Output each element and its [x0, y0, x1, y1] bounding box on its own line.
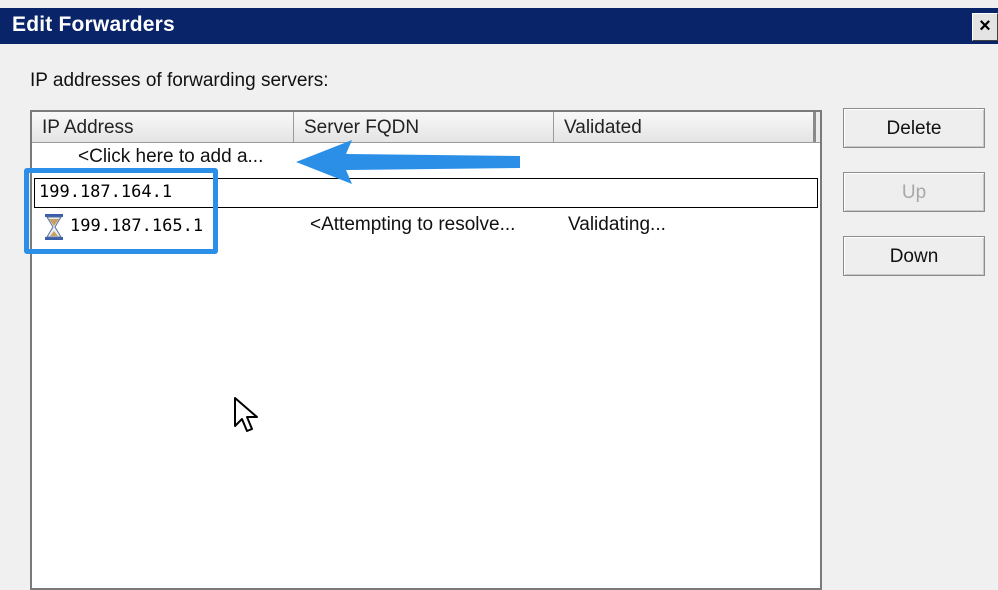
hourglass-icon	[45, 214, 63, 240]
forwarders-label: IP addresses of forwarding servers:	[30, 70, 329, 91]
entry-validated-status: Validating...	[568, 214, 666, 235]
add-entry-row[interactable]: <Click here to add a...	[32, 144, 820, 174]
entry-server-fqdn: <Attempting to resolve...	[310, 214, 516, 235]
title-bar: Edit Forwarders ×	[0, 8, 998, 44]
down-label: Down	[889, 246, 939, 267]
editing-row[interactable]	[34, 178, 818, 208]
column-header-validated[interactable]: Validated	[554, 112, 816, 142]
column-header-ip-address[interactable]: IP Address	[32, 112, 294, 142]
delete-button[interactable]: Delete	[843, 108, 985, 148]
mouse-pointer-icon	[234, 397, 258, 432]
list-header: IP Address Server FQDN Validated	[32, 112, 820, 143]
delete-label: Delete	[886, 118, 942, 139]
column-header-server-fqdn[interactable]: Server FQDN	[294, 112, 554, 142]
up-button[interactable]: Up	[843, 172, 985, 212]
down-button[interactable]: Down	[843, 236, 985, 276]
dialog-title: Edit Forwarders	[12, 13, 175, 36]
list-item[interactable]: 199.187.165.1 <Attempting to resolve... …	[32, 210, 820, 242]
add-entry-text: <Click here to add a...	[78, 146, 264, 167]
entry-ip-address: 199.187.165.1	[70, 216, 204, 236]
ip-address-input[interactable]	[39, 180, 239, 204]
close-button[interactable]: ×	[972, 13, 998, 41]
close-icon: ×	[979, 15, 991, 37]
up-label: Up	[901, 182, 927, 203]
edit-forwarders-dialog: Edit Forwarders × IP addresses of forwar…	[0, 0, 998, 590]
forwarders-list[interactable]: IP Address Server FQDN Validated <Click …	[30, 110, 822, 590]
